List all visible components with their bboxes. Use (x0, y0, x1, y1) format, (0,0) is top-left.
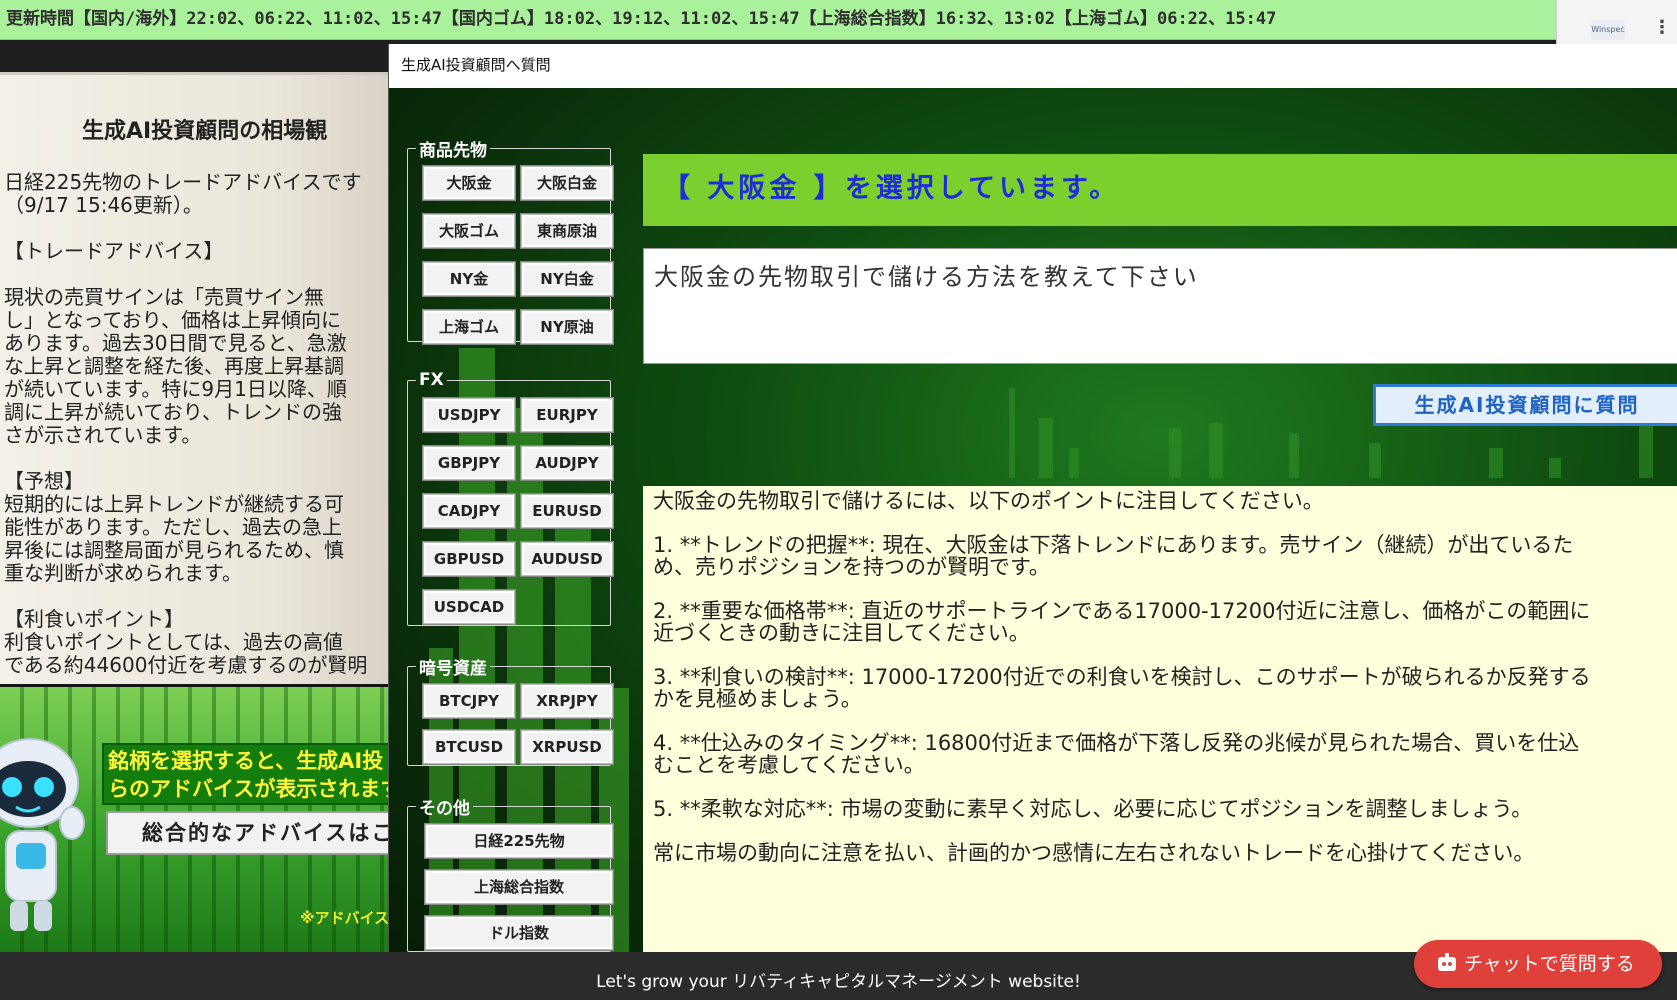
symbol-button-nikkei225[interactable]: 日経225先物 (425, 824, 613, 858)
symbol-button-ny-platinum[interactable]: NY白金 (521, 262, 613, 296)
chat-bot-icon (1438, 953, 1456, 971)
ai-advisor-dialog: 生成AI投資顧問へ質問 商品先物 大阪金 大阪白金 大阪ゴム 東商原油 NY金 … (388, 44, 1677, 952)
advice-note: ※アドバイス (300, 909, 390, 927)
symbol-button-ny-gold[interactable]: NY金 (423, 262, 515, 296)
footer-text: Let's grow your リバティキャピタルマネージメント website… (596, 972, 1081, 992)
question-input[interactable]: 大阪金の先物取引で儲ける方法を教えて下さい (643, 248, 1677, 364)
group-crypto-legend: 暗号資産 (419, 659, 487, 679)
update-time-ticker: 更新時間【国内/海外】22:02、06:22、11:02、15:47【国内ゴム】… (0, 0, 1556, 40)
group-other-legend: その他 (419, 799, 470, 819)
symbol-button-shanghai-composite[interactable]: 上海総合指数 (425, 870, 613, 904)
symbol-button-osaka-gold[interactable]: 大阪金 (423, 166, 515, 200)
symbol-button-audjpy[interactable]: AUDJPY (521, 446, 613, 480)
chat-button-label: チャットで質問する (1464, 953, 1635, 975)
symbol-button-gbpusd[interactable]: GBPUSD (423, 542, 515, 576)
advice-promo-area: 銘柄を選択すると、生成AI投 らのアドバイスが表示されます。 総合的なアドバイス… (0, 687, 390, 952)
symbol-button-xrpjpy[interactable]: XRPJPY (521, 684, 613, 718)
symbol-button-btcjpy[interactable]: BTCJPY (423, 684, 515, 718)
left-background-page: 生成AI投資顧問の相場観 日経225先物のトレードアドバイスです （9/17 1… (0, 72, 390, 952)
ticker-text: 更新時間【国内/海外】22:02、06:22、11:02、15:47【国内ゴム】… (6, 9, 1277, 29)
winspec-logo-icon: Winspec (1591, 20, 1625, 40)
market-view-title: 生成AI投資顧問の相場観 (82, 119, 328, 144)
select-symbol-banner: 銘柄を選択すると、生成AI投 らのアドバイスが表示されます。 (102, 743, 390, 805)
symbol-button-usdjpy[interactable]: USDJPY (423, 398, 515, 432)
dialog-body: 商品先物 大阪金 大阪白金 大阪ゴム 東商原油 NY金 NY白金 上海ゴム NY… (389, 88, 1677, 952)
symbol-button-eurusd[interactable]: EURUSD (521, 494, 613, 528)
symbol-button-ny-crude[interactable]: NY原油 (521, 310, 613, 344)
more-options-icon[interactable]: ⋮ (1653, 18, 1671, 38)
symbol-button-osaka-rubber[interactable]: 大阪ゴム (423, 214, 515, 248)
symbol-button-osaka-platinum[interactable]: 大阪白金 (521, 166, 613, 200)
symbol-button-usdcad[interactable]: USDCAD (423, 590, 515, 624)
group-fx-legend: FX (419, 370, 444, 390)
symbol-button-dollar-index[interactable]: ドル指数 (425, 916, 613, 950)
market-view-panel: 生成AI投資顧問の相場観 日経225先物のトレードアドバイスです （9/17 1… (0, 72, 390, 684)
symbol-button-tocom-crude[interactable]: 東商原油 (521, 214, 613, 248)
overall-advice-button[interactable]: 総合的なアドバイスはこ (106, 811, 390, 855)
selected-symbol-banner: 【 大阪金 】を選択しています。 (643, 154, 1677, 226)
group-commodity-legend: 商品先物 (419, 141, 487, 161)
symbol-button-gbpjpy[interactable]: GBPJPY (423, 446, 515, 480)
market-view-body: 日経225先物のトレードアドバイスです （9/17 15:46更新）。 【トレー… (4, 171, 368, 677)
symbol-button-shanghai-rubber[interactable]: 上海ゴム (423, 310, 515, 344)
symbol-button-eurjpy[interactable]: EURJPY (521, 398, 613, 432)
symbol-button-btcusd[interactable]: BTCUSD (423, 730, 515, 764)
symbol-button-audusd[interactable]: AUDUSD (521, 542, 613, 576)
robot-mascot-icon (0, 738, 85, 931)
symbol-button-cadjpy[interactable]: CADJPY (423, 494, 515, 528)
dialog-title: 生成AI投資顧問へ質問 (389, 44, 1677, 88)
symbol-button-xrpusd[interactable]: XRPUSD (521, 730, 613, 764)
answer-output: 大阪金の先物取引で儲けるには、以下のポイントに注目してください。 1. **トレ… (643, 486, 1677, 952)
right-thumbnail[interactable]: Winspec ⋮ (1556, 0, 1677, 44)
chat-question-button[interactable]: チャットで質問する (1414, 940, 1662, 988)
ask-ai-advisor-button[interactable]: 生成AI投資顧問に質問 (1373, 384, 1677, 426)
